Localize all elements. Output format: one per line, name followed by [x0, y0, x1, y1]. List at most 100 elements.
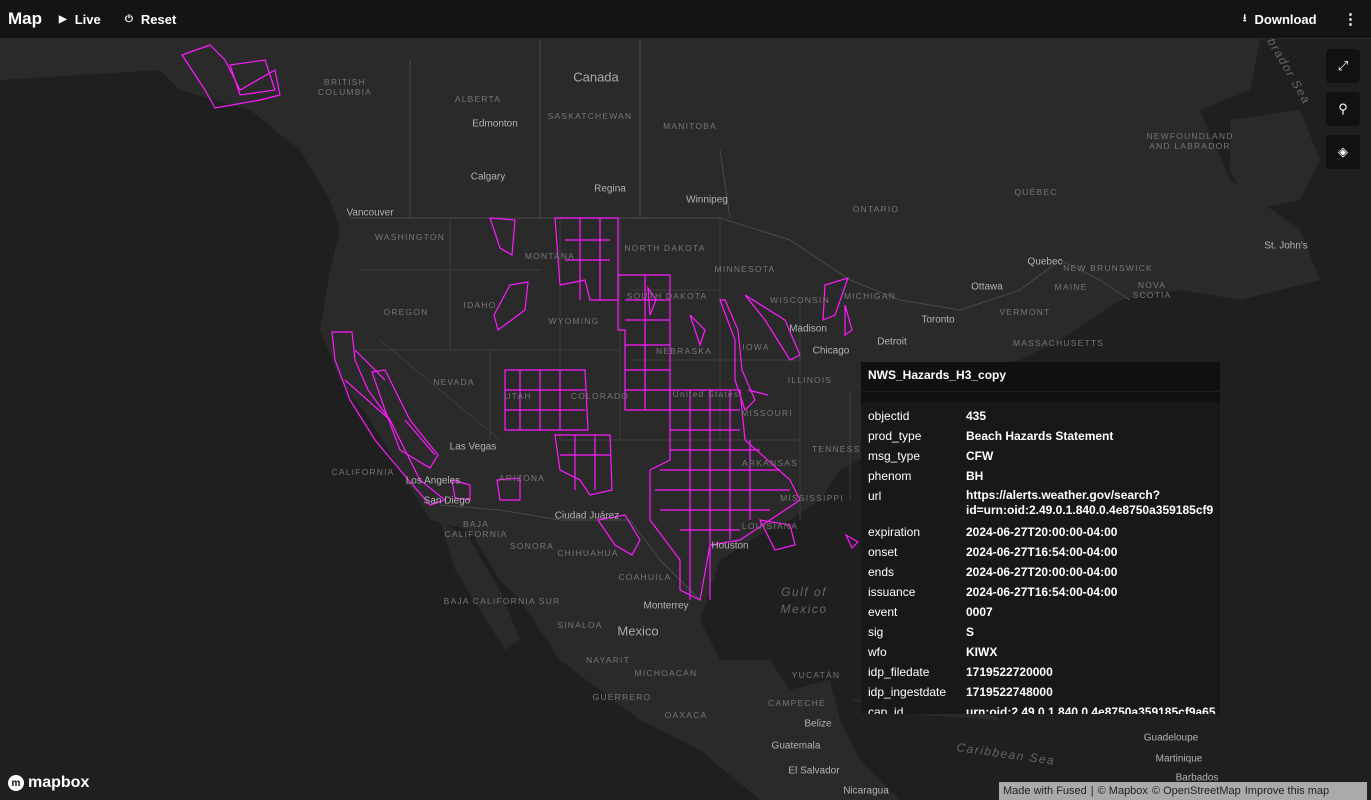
- power-icon: ⏻: [125, 13, 133, 25]
- popup-field-key: issuance: [868, 585, 916, 599]
- region-label: MINNESOTA: [714, 264, 776, 274]
- region-label: ALBERTA: [454, 94, 502, 104]
- region-label: LOUISIANA: [741, 521, 799, 531]
- fullscreen-icon: ⤢: [1337, 58, 1349, 73]
- popup-field-value: S: [966, 625, 975, 639]
- region-label: COLORADO: [570, 391, 630, 401]
- popup-field-key: sig: [868, 625, 884, 639]
- popup-row-phenom: phenom BH: [861, 466, 1220, 486]
- region-label: MONTANA: [524, 251, 576, 261]
- popup-field-value: 2024-06-27T20:00:00-04:00: [966, 565, 1118, 579]
- popup-field-key: idp_filedate: [868, 665, 930, 679]
- fused-attribution-link[interactable]: Made with Fused: [1003, 785, 1087, 797]
- region-label: BRITISH COLUMBIA: [318, 77, 372, 97]
- download-button[interactable]: ⭳ Download: [1243, 0, 1317, 38]
- city-label: Madison: [789, 323, 827, 335]
- popup-url-line: id=urn:oid:2.49.0.1.840.0.4e8750a359185c…: [966, 503, 1214, 517]
- popup-row-objectid: objectid 435: [861, 406, 1220, 426]
- more-menu-button[interactable]: ⋮: [1343, 0, 1358, 38]
- top-toolbar: Map ▶ Live ⏻ Reset ⭳ Download ⋮: [0, 0, 1371, 39]
- city-label: Guatemala: [771, 740, 821, 752]
- popup-field-key: msg_type: [868, 449, 921, 463]
- popup-field-value: BH: [966, 469, 984, 483]
- reset-label: Reset: [140, 11, 177, 27]
- city-label: Quebec: [1027, 256, 1063, 268]
- region-label: SONORA: [509, 541, 555, 551]
- city-label: Las Vegas: [449, 441, 497, 453]
- app-title: Map: [8, 9, 42, 28]
- popup-row-onset: onset 2024-06-27T16:54:00-04:00: [861, 542, 1220, 562]
- popup-field-key: ends: [868, 565, 895, 579]
- region-label: CAMPECHE: [768, 698, 826, 708]
- popup-field-value[interactable]: https://alerts.weather.gov/search? id=urn…: [966, 486, 1220, 522]
- popup-url-line: https://alerts.weather.gov/search?: [966, 488, 1161, 502]
- city-label: San Diego: [423, 495, 471, 507]
- region-label: MANITOBA: [663, 121, 717, 131]
- city-label: Monterrey: [643, 600, 689, 612]
- city-label: Ottawa: [971, 281, 1003, 293]
- region-label: MICHIGAN: [843, 291, 897, 301]
- layers-button[interactable]: ◈: [1326, 135, 1360, 169]
- city-label: Los Angeles: [405, 475, 461, 487]
- popup-row-cap-id: cap_id urn:oid:2.49.0.1.840.0.4e8750a3591…: [861, 702, 1220, 714]
- popup-field-value: KIWX: [966, 645, 998, 659]
- region-label: MASSACHUSETTS: [1013, 338, 1105, 348]
- popup-row-idp-filedate: idp_filedate 1719522720000: [861, 662, 1220, 682]
- popup-title: NWS_Hazards_H3_copy: [861, 362, 1220, 392]
- region-label: MISSISSIPPI: [780, 493, 844, 503]
- region-label: CHIHUAHUA: [557, 548, 619, 558]
- popup-field-value: 0007: [966, 605, 993, 619]
- layers-icon: ◈: [1338, 144, 1348, 159]
- water-label: Gulf of Mexico: [780, 585, 828, 616]
- region-label: IOWA: [742, 342, 770, 352]
- region-label: OREGON: [383, 307, 429, 317]
- hazard-zone-lake-michigan: [822, 277, 853, 337]
- popup-field-value: 2024-06-27T16:54:00-04:00: [966, 545, 1118, 559]
- popup-field-key: objectid: [868, 409, 910, 423]
- live-button[interactable]: ▶ Live: [59, 0, 101, 38]
- popup-field-value: urn:oid:2.49.0.1.840.0.4e8750a359185cf9a…: [966, 705, 1216, 714]
- region-label: NOVA SCOTIA: [1132, 280, 1172, 300]
- hazard-zone-alaska: [181, 44, 281, 109]
- osm-attribution-link[interactable]: © OpenStreetMap: [1152, 785, 1241, 797]
- mapbox-logo[interactable]: m mapbox: [8, 774, 89, 792]
- popup-field-value: 1719522720000: [966, 665, 1053, 679]
- region-label: ONTARIO: [852, 204, 900, 214]
- mapbox-attribution-link[interactable]: © Mapbox: [1098, 785, 1148, 797]
- popup-field-key: idp_ingestdate: [868, 685, 947, 699]
- region-label: COAHUILA: [618, 572, 672, 582]
- popup-row-idp-ingestdate: idp_ingestdate 1719522748000: [861, 682, 1220, 702]
- city-label: Ciudad Juárez: [554, 510, 620, 522]
- download-icon: ⭳: [1243, 12, 1247, 24]
- region-label: MICHOACÁN: [634, 668, 698, 678]
- live-label: Live: [74, 11, 101, 27]
- popup-field-key: cap_id: [868, 705, 904, 714]
- popup-field-value: CFW: [966, 449, 994, 463]
- region-label: BAJA CALIFORNIA SUR: [443, 596, 561, 606]
- country-label: Mexico: [617, 623, 659, 639]
- popup-row-url: url https://alerts.weather.gov/search? id=…: [861, 486, 1220, 522]
- country-label: Canada: [573, 69, 619, 85]
- region-label: NEBRASKA: [656, 346, 712, 356]
- popup-row-issuance: issuance 2024-06-27T16:54:00-04:00: [861, 582, 1220, 602]
- improve-map-link[interactable]: Improve this map: [1245, 785, 1329, 797]
- region-label: GUERRERO: [592, 692, 652, 702]
- popup-field-key: phenom: [868, 469, 912, 483]
- city-label: Vancouver: [346, 207, 394, 219]
- region-label: UTAH: [504, 391, 532, 401]
- search-button[interactable]: ⚲: [1326, 92, 1360, 126]
- reset-button[interactable]: ⏻ Reset: [125, 0, 176, 38]
- city-label: Nicaragua: [843, 785, 889, 797]
- city-label: Winnipeg: [686, 194, 728, 206]
- popup-field-value: 2024-06-27T20:00:00-04:00: [966, 525, 1118, 539]
- region-label: SOUTH DAKOTA: [626, 291, 708, 301]
- popup-body: objectid 435 prod_type Beach Hazards Statem…: [861, 402, 1220, 714]
- city-label: El Salvador: [788, 765, 840, 777]
- region-label: NEVADA: [433, 377, 475, 387]
- region-label: WISCONSIN: [770, 295, 830, 305]
- hazard-zone-texas: [649, 389, 801, 601]
- popup-field-value: 435: [966, 409, 987, 423]
- city-label: Toronto: [921, 314, 955, 326]
- region-label: OAXACA: [664, 710, 708, 720]
- fullscreen-button[interactable]: ⤢: [1326, 49, 1360, 83]
